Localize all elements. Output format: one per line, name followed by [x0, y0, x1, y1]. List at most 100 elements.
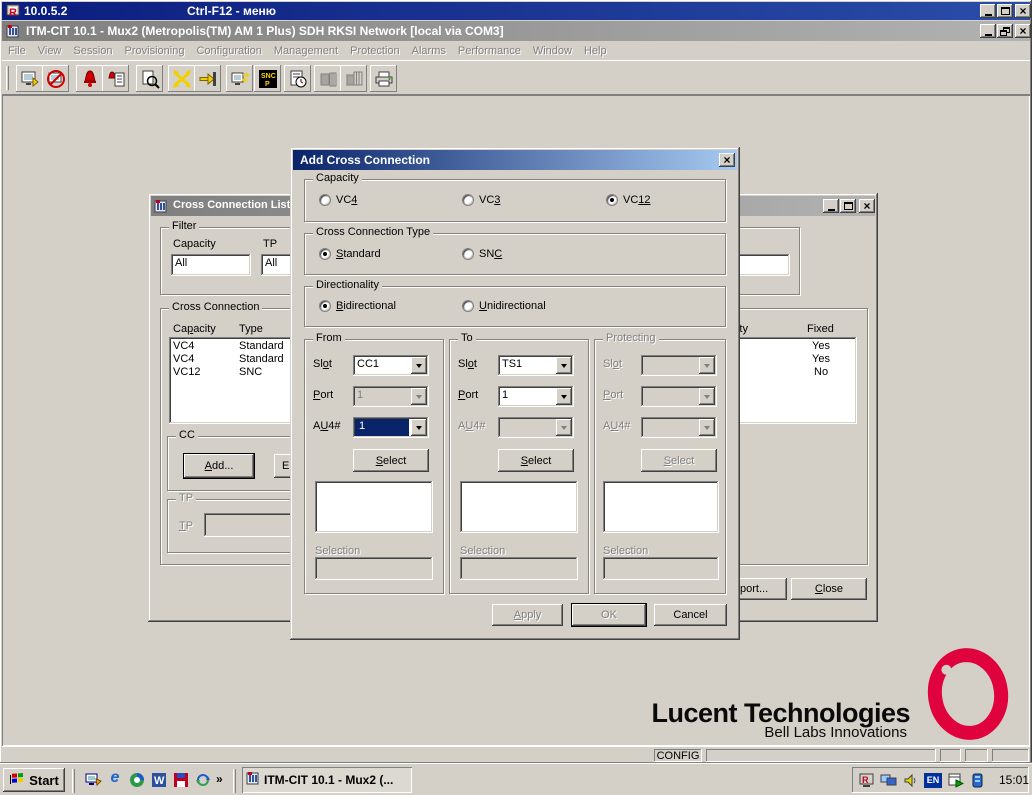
from-listbox[interactable] [315, 481, 433, 533]
remote-ip: 10.0.5.2 [24, 4, 68, 18]
menu-alarms[interactable]: Alarms [406, 42, 452, 60]
menu-protection[interactable]: Protection [344, 42, 406, 60]
radio-vc4[interactable]: VC4 [319, 194, 357, 206]
connect-icon[interactable] [16, 65, 43, 92]
svg-text:P: P [265, 81, 270, 88]
filter-capacity-field[interactable]: All [171, 254, 251, 276]
tray-volume-icon[interactable] [902, 772, 919, 788]
row-type[interactable]: SNC [239, 366, 262, 378]
list-maximize-button[interactable] [840, 199, 856, 213]
row-fixed[interactable]: Yes [812, 340, 830, 352]
from-group: From Slot CC1 Port 1 AU4# 1 Select Selec… [304, 332, 444, 594]
chevron-down-icon[interactable] [556, 357, 572, 374]
row-capacity[interactable]: VC12 [173, 366, 201, 378]
radio-circle [319, 194, 331, 206]
inspect-icon[interactable] [136, 65, 163, 92]
radio-bidirectional[interactable]: Bidirectional [319, 300, 396, 312]
tray-ups-icon[interactable] [969, 772, 986, 788]
from-legend: From [313, 332, 345, 344]
sncp-icon[interactable]: SNC P [254, 65, 281, 92]
quicklaunch-sync-icon[interactable] [194, 771, 212, 789]
radio-snc[interactable]: SNC [462, 248, 502, 260]
from-select-button[interactable]: Select [353, 449, 429, 472]
menu-management[interactable]: Management [268, 42, 344, 60]
app-minimize-button[interactable] [980, 24, 996, 38]
to-port-combo[interactable]: 1 [498, 386, 574, 407]
row-fixed[interactable]: Yes [812, 353, 830, 365]
radio-vc12[interactable]: VC12 [606, 194, 651, 206]
chevron-down-icon[interactable] [411, 419, 427, 436]
toolbar-grip[interactable] [6, 66, 9, 90]
performance-icon[interactable] [284, 65, 311, 92]
protecting-slot-combo [641, 355, 717, 376]
quicklaunch-overflow-chevron[interactable]: » [216, 772, 223, 786]
radio-circle-selected [606, 194, 618, 206]
network-element-icon[interactable] [226, 65, 253, 92]
row-fixed[interactable]: No [814, 366, 828, 378]
type-group: Cross Connection Type Standard SNC [304, 226, 726, 275]
to-listbox[interactable] [460, 481, 578, 533]
quicklaunch-internet-explorer-icon[interactable]: e [106, 769, 124, 787]
chevron-down-icon [411, 388, 427, 405]
menu-file[interactable]: File [2, 42, 32, 60]
tray-scheduler-icon[interactable] [947, 772, 964, 788]
add-cross-connection-dialog: Add Cross Connection × Capacity VC4 VC3 … [290, 147, 740, 640]
menu-window[interactable]: Window [527, 42, 578, 60]
row-capacity[interactable]: VC4 [173, 353, 194, 365]
chevron-down-icon[interactable] [411, 357, 427, 374]
app-restore-button[interactable] [997, 24, 1013, 38]
tray-language-indicator[interactable]: EN [924, 772, 942, 788]
start-button[interactable]: Start [3, 768, 65, 792]
from-slot-combo[interactable]: CC1 [353, 355, 429, 376]
menu-configuration[interactable]: Configuration [190, 42, 267, 60]
taskbar: Start e W » ITM-CIT 10.1 - Mux2 (... R E… [0, 763, 1032, 795]
alarm-log-icon[interactable] [102, 65, 129, 92]
radio-standard[interactable]: Standard [319, 248, 381, 260]
tray-clock[interactable]: 15:01 [999, 773, 1029, 787]
tp-legend: TP [176, 492, 197, 504]
dialog-close-button[interactable]: × [719, 153, 735, 167]
chevron-down-icon[interactable] [556, 388, 572, 405]
cross-connect-icon[interactable] [168, 65, 195, 92]
menu-session[interactable]: Session [67, 42, 118, 60]
add-button[interactable]: Add... [184, 454, 254, 478]
row-type[interactable]: Standard [239, 340, 284, 352]
close-button[interactable]: × [1015, 4, 1031, 18]
list-minimize-button[interactable] [823, 199, 839, 213]
capacity-legend: Capacity [313, 172, 362, 184]
login-icon[interactable] [194, 65, 221, 92]
quicklaunch-desktop-icon[interactable] [84, 771, 102, 789]
quicklaunch-save-icon[interactable] [172, 771, 190, 789]
from-au4-combo[interactable]: 1 [353, 417, 429, 438]
print-icon[interactable] [370, 65, 397, 92]
radio-vc3[interactable]: VC3 [462, 194, 500, 206]
radio-unidirectional[interactable]: Unidirectional [462, 300, 546, 312]
to-slot-combo[interactable]: TS1 [498, 355, 574, 376]
disconnect-icon[interactable] [42, 65, 69, 92]
chevron-down-icon [699, 419, 715, 436]
to-port-label: Port [458, 389, 479, 401]
menu-view[interactable]: View [32, 42, 68, 60]
menu-provisioning[interactable]: Provisioning [119, 42, 191, 60]
minimize-button[interactable] [980, 4, 996, 18]
list-close-button[interactable]: × [859, 199, 875, 213]
tray-radmin-icon[interactable]: R [858, 772, 875, 788]
row-type[interactable]: Standard [239, 353, 284, 365]
app-close-button[interactable]: × [1015, 24, 1031, 38]
from-selection-field [315, 557, 433, 580]
close-list-button[interactable]: Close [791, 578, 867, 600]
to-select-button[interactable]: Select [498, 449, 574, 472]
filter-legend: Filter [169, 220, 200, 232]
menu-performance[interactable]: Performance [452, 42, 527, 60]
cancel-button[interactable]: Cancel [654, 604, 727, 626]
tray-network-icon[interactable] [880, 772, 897, 788]
maximize-button[interactable] [997, 4, 1013, 18]
taskbar-task-button[interactable]: ITM-CIT 10.1 - Mux2 (... [242, 767, 412, 793]
row-capacity[interactable]: VC4 [173, 340, 194, 352]
alarm-list-icon[interactable] [76, 65, 103, 92]
chevron-down-icon [699, 388, 715, 405]
menu-help[interactable]: Help [578, 42, 613, 60]
app-icon [246, 771, 260, 790]
quicklaunch-word-icon[interactable]: W [150, 771, 168, 789]
quicklaunch-messenger-icon[interactable] [128, 771, 146, 789]
